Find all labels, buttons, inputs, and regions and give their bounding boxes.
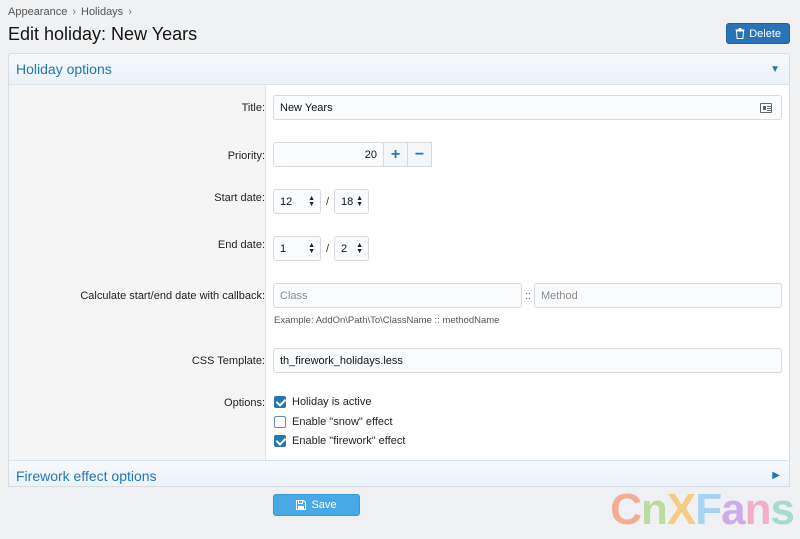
end-month-value: 1 xyxy=(280,242,287,255)
firework-options-title: Firework effect options xyxy=(16,467,157,484)
breadcrumb-item-appearance[interactable]: Appearance xyxy=(8,6,67,18)
watermark-letter: s xyxy=(770,485,796,534)
priority-label: Priority: xyxy=(227,150,265,162)
firework-effect-label: Enable "firework" effect xyxy=(292,435,406,447)
title-input[interactable]: New Years xyxy=(273,95,782,120)
watermark-letter: n xyxy=(641,485,668,534)
end-day-select[interactable]: 2 ▲ ▼ xyxy=(334,236,369,261)
start-date-label: Start date: xyxy=(214,192,265,204)
callback-separator: :: xyxy=(525,290,532,302)
start-month-value: 12 xyxy=(280,195,293,208)
holiday-form-panel: Holiday options ▼ Title: New Years Prior… xyxy=(8,53,790,521)
end-day-value: 2 xyxy=(341,242,348,255)
date-separator: / xyxy=(326,243,330,255)
cnxfans-watermark-logo: C n X F a n s xyxy=(610,485,796,535)
priority-increment-button[interactable]: + xyxy=(383,142,408,167)
snow-effect-label: Enable "snow" effect xyxy=(292,416,393,428)
breadcrumb-separator: › xyxy=(72,6,76,18)
holiday-options-title: Holiday options xyxy=(16,61,112,77)
callback-method-placeholder: Method xyxy=(541,289,578,302)
watermark-letter: X xyxy=(666,485,696,534)
select-arrows-icon: ▲ ▼ xyxy=(308,242,315,255)
watermark-letter: n xyxy=(744,485,772,534)
floppy-disk-icon xyxy=(296,500,307,510)
save-button[interactable]: Save xyxy=(273,494,360,516)
title-label: Title: xyxy=(241,102,265,114)
css-template-input[interactable]: th_firework_holidays.less xyxy=(273,348,782,373)
end-month-select[interactable]: 1 ▲ ▼ xyxy=(273,236,321,261)
date-separator: / xyxy=(326,196,330,208)
watermark-letter: C xyxy=(610,485,642,534)
start-day-select[interactable]: 18 ▲ ▼ xyxy=(334,189,369,214)
delete-button-label: Delete xyxy=(749,27,781,40)
options-label: Options: xyxy=(224,397,265,409)
minus-icon: − xyxy=(414,145,425,163)
delete-button[interactable]: Delete xyxy=(726,23,790,44)
plus-icon: + xyxy=(390,145,401,163)
breadcrumb-item-holidays[interactable]: Holidays xyxy=(81,6,123,18)
holiday-options-body: Title: New Years Priority: 20 + − Start … xyxy=(9,85,789,460)
select-arrows-icon: ▲ ▼ xyxy=(308,195,315,208)
checkbox-checked-icon[interactable] xyxy=(274,435,286,447)
caret-right-icon: ▶ xyxy=(772,470,780,481)
select-arrows-icon: ▲ ▼ xyxy=(356,242,363,255)
holiday-options-header[interactable]: Holiday options ▼ xyxy=(9,54,789,85)
page-title: Edit holiday: New Years xyxy=(8,24,198,44)
trash-icon xyxy=(735,28,745,39)
watermark-letter: F xyxy=(695,485,722,534)
start-month-select[interactable]: 12 ▲ ▼ xyxy=(273,189,321,214)
css-template-label: CSS Template: xyxy=(191,355,265,367)
holiday-active-checkbox[interactable]: Holiday is active xyxy=(274,396,371,408)
start-day-value: 18 xyxy=(341,195,354,208)
breadcrumb: Appearance › Holidays › xyxy=(8,6,132,18)
priority-input[interactable]: 20 xyxy=(273,142,384,167)
firework-effect-checkbox[interactable]: Enable "firework" effect xyxy=(274,435,405,447)
checkbox-checked-icon[interactable] xyxy=(274,396,286,408)
css-template-value: th_firework_holidays.less xyxy=(280,354,403,367)
callback-method-input[interactable]: Method xyxy=(534,283,782,308)
priority-input-value: 20 xyxy=(364,148,377,161)
card-icon[interactable] xyxy=(760,103,772,113)
callback-class-placeholder: Class xyxy=(280,289,308,302)
checkbox-unchecked-icon[interactable] xyxy=(274,416,286,428)
callback-hint: Example: AddOn\Path\To\ClassName :: meth… xyxy=(274,315,500,326)
caret-down-icon: ▼ xyxy=(770,63,780,75)
callback-class-input[interactable]: Class xyxy=(273,283,522,308)
watermark-letter: a xyxy=(721,485,746,534)
select-arrows-icon: ▲ ▼ xyxy=(356,195,363,208)
title-input-value: New Years xyxy=(280,101,333,114)
end-date-label: End date: xyxy=(217,239,265,251)
callback-label: Calculate start/end date with callback: xyxy=(80,290,265,302)
holiday-active-label: Holiday is active xyxy=(292,396,372,408)
save-button-label: Save xyxy=(311,499,337,511)
snow-effect-checkbox[interactable]: Enable "snow" effect xyxy=(274,416,393,428)
breadcrumb-separator: › xyxy=(128,6,132,18)
priority-decrement-button[interactable]: − xyxy=(407,142,432,167)
